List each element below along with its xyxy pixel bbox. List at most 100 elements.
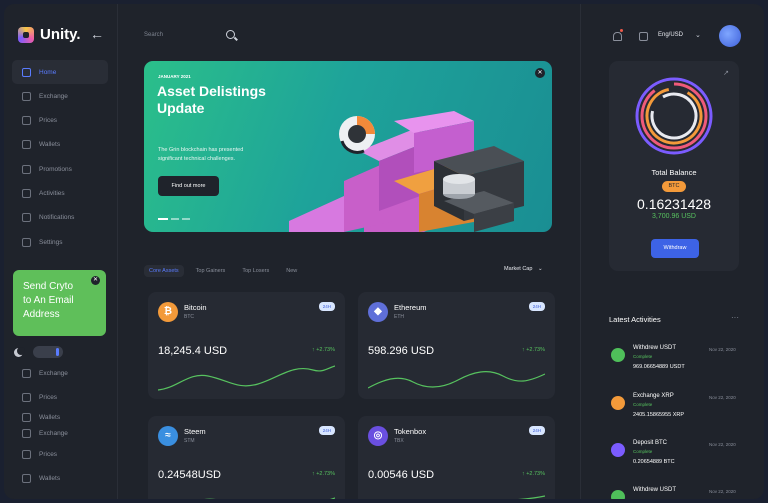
expand-icon[interactable]: ↗ bbox=[723, 69, 729, 77]
steem-icon: ≈ bbox=[158, 426, 178, 446]
sidebar-item-label: Prices bbox=[39, 117, 58, 125]
activities-icon bbox=[22, 188, 31, 198]
sidebar: Unity. ← Home Exchange Prices Wallets Pr… bbox=[4, 4, 118, 499]
activity-amount: 0.20654889 BTC bbox=[633, 459, 675, 465]
tab-new[interactable]: New bbox=[281, 265, 302, 277]
period-badge[interactable]: 24H bbox=[318, 302, 335, 311]
more-options-icon[interactable]: ··· bbox=[731, 313, 739, 322]
asset-card-ethereum[interactable]: ◆ Ethereum ETH 24H 598.296 USD ↑ +2.73% bbox=[358, 292, 555, 399]
asset-card-steem[interactable]: ≈ Steem STM 24H 0.24548USD ↑ +2.73% bbox=[148, 416, 345, 499]
tokenbox-icon: ◎ bbox=[368, 426, 388, 446]
price-change-value: +2.73% bbox=[526, 347, 545, 353]
sidebar-item-label: Home bbox=[39, 68, 57, 76]
wallet-icon bbox=[22, 473, 31, 483]
tab-core-assets[interactable]: Core Assets bbox=[144, 265, 184, 277]
sidebar-item-label: Wallets bbox=[39, 141, 61, 149]
sidebar-item-promotions[interactable]: Promotions bbox=[12, 157, 108, 181]
sidebar-item-home[interactable]: Home bbox=[12, 60, 108, 84]
sparkline-chart bbox=[204, 497, 335, 499]
withdraw-icon bbox=[611, 348, 625, 362]
avatar[interactable] bbox=[719, 25, 741, 47]
chevron-down-icon[interactable]: ⌄ bbox=[695, 31, 701, 39]
sparkline-chart bbox=[518, 495, 545, 499]
exchange-icon bbox=[22, 368, 31, 378]
sidebar-item-wallets[interactable]: Wallets bbox=[12, 410, 108, 426]
promotions-icon bbox=[22, 164, 31, 174]
sidebar-item-prices[interactable]: Prices bbox=[12, 442, 108, 466]
main-content: Search JANUARY 2021 Asset Delistings Upd… bbox=[118, 4, 580, 499]
moon-icon bbox=[14, 346, 25, 357]
asset-card-bitcoin[interactable]: ₿ Bitcoin BTC 24H 18,245.4 USD ↑ +2.73% bbox=[148, 292, 345, 399]
sidebar-item-wallets[interactable]: Wallets bbox=[12, 133, 108, 157]
coin-name: Steem bbox=[184, 427, 206, 436]
balance-rings-chart bbox=[635, 77, 713, 155]
activity-amount: 2405.15865955 XRP bbox=[633, 412, 685, 418]
sidebar-item-label: Promotions bbox=[39, 165, 72, 173]
gear-icon bbox=[22, 237, 31, 247]
coin-price: 18,245.4 USD bbox=[158, 345, 228, 357]
deposit-icon bbox=[611, 443, 625, 457]
currency-badge[interactable]: BTC bbox=[662, 181, 686, 192]
app-window: Unity. ← Home Exchange Prices Wallets Pr… bbox=[4, 4, 764, 499]
coin-price: 0.00546 USD bbox=[368, 469, 435, 481]
home-icon bbox=[22, 67, 31, 77]
sparkline-chart bbox=[158, 365, 335, 391]
sidebar-nav: Home Exchange Prices Wallets Promotions … bbox=[12, 60, 108, 254]
activity-item[interactable]: Withdrew USDT Nov 22, 2020 bbox=[609, 486, 759, 499]
sidebar-item-exchange[interactable]: Exchange bbox=[12, 361, 108, 385]
sidebar-item-label: Exchange bbox=[39, 92, 68, 100]
dark-mode-toggle[interactable] bbox=[33, 346, 63, 358]
sidebar-item-notifications[interactable]: Notifications bbox=[12, 206, 108, 230]
tab-top-gainers[interactable]: Top Gainers bbox=[191, 265, 231, 277]
close-icon[interactable]: ✕ bbox=[91, 276, 100, 285]
activity-status: Complete bbox=[633, 354, 653, 359]
balance-usd: 3,700.96 USD bbox=[652, 213, 696, 220]
balance-value: 0.16231428 bbox=[637, 196, 711, 212]
banner-title: Asset Delistings Update bbox=[157, 83, 266, 116]
activity-item[interactable]: Exchange XRP Complete 2405.15865955 XRP … bbox=[609, 392, 759, 432]
sidebar-item-wallets[interactable]: Wallets bbox=[12, 466, 108, 490]
sidebar-item-label: Activities bbox=[39, 189, 65, 197]
collapse-arrow-icon[interactable]: ← bbox=[90, 26, 104, 42]
tab-top-losers[interactable]: Top Losers bbox=[237, 265, 274, 277]
close-icon[interactable]: ✕ bbox=[535, 68, 545, 78]
chevron-down-icon: ⌄ bbox=[537, 266, 543, 272]
sidebar-item-activities[interactable]: Activities bbox=[12, 181, 108, 205]
coin-symbol: STM bbox=[184, 438, 195, 444]
notification-bell-icon[interactable] bbox=[613, 32, 622, 41]
activity-status: Complete bbox=[633, 402, 653, 407]
coin-price: 0.24548USD bbox=[158, 469, 221, 481]
wallet-icon bbox=[22, 413, 31, 423]
activity-name: Exchange XRP bbox=[633, 393, 674, 399]
logo-icon bbox=[18, 26, 34, 43]
sort-label: Market Cap bbox=[504, 266, 533, 272]
sidebar-item-exchange[interactable]: Exchange bbox=[12, 84, 108, 108]
latest-activities-title: Latest Activities bbox=[609, 315, 661, 324]
exchange-icon bbox=[22, 91, 31, 101]
toast-text: Send Cryto to An Email Address bbox=[23, 281, 74, 320]
toast-notification[interactable]: Send Cryto to An Email Address ✕ bbox=[13, 270, 106, 336]
find-out-more-button[interactable]: Find out more bbox=[158, 176, 219, 196]
asset-card-tokenbox[interactable]: ◎ Tokenbox TBX 24H 0.00546 USD ↑ +2.73% bbox=[358, 416, 555, 499]
sidebar-item-settings[interactable]: Settings bbox=[12, 230, 108, 254]
period-badge[interactable]: 24H bbox=[318, 426, 335, 435]
language-selector[interactable]: Eng/USD bbox=[658, 32, 683, 38]
sidebar-item-label: Notifications bbox=[39, 214, 75, 222]
carousel-dots[interactable] bbox=[158, 218, 190, 220]
sidebar-item-label: Wallets bbox=[39, 414, 61, 422]
search-input[interactable]: Search bbox=[144, 32, 163, 38]
activity-item[interactable]: Deposit BTC Complete 0.20654889 BTC Nov … bbox=[609, 439, 759, 479]
logo[interactable]: Unity. bbox=[18, 26, 81, 43]
ethereum-icon: ◆ bbox=[368, 302, 388, 322]
period-badge[interactable]: 24H bbox=[528, 302, 545, 311]
banner-description: The Grin blockchain has presented signif… bbox=[158, 147, 244, 162]
sidebar-item-prices[interactable]: Prices bbox=[12, 385, 108, 409]
activity-item[interactable]: Withdrew USDT Complete 969.06654889 USDT… bbox=[609, 344, 759, 384]
price-change-value: +2.73% bbox=[316, 471, 335, 477]
sidebar-item-exchange[interactable]: Exchange bbox=[12, 426, 108, 442]
period-badge[interactable]: 24H bbox=[528, 426, 545, 435]
sidebar-item-prices[interactable]: Prices bbox=[12, 109, 108, 133]
search-icon[interactable] bbox=[226, 30, 235, 39]
withdraw-button[interactable]: Withdraw bbox=[651, 239, 699, 258]
market-cap-dropdown[interactable]: Market Cap ⌄ bbox=[504, 266, 543, 272]
